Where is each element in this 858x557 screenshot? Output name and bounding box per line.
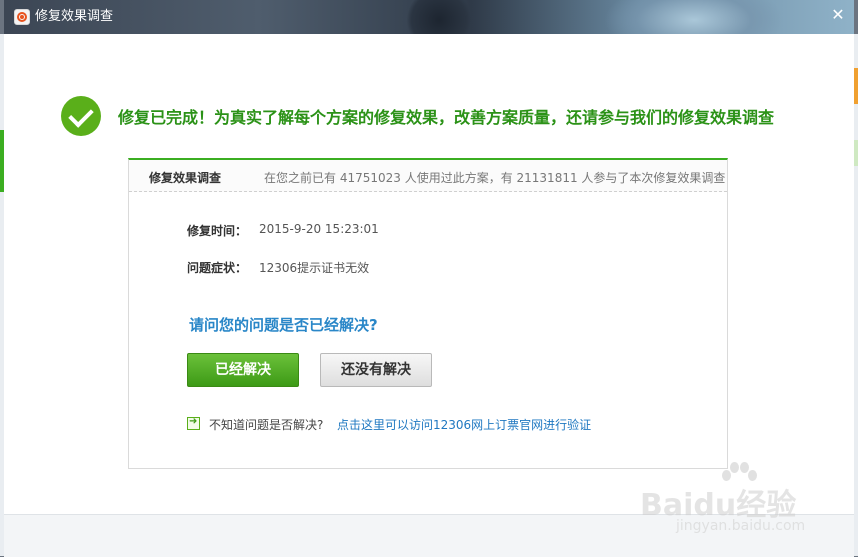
titlebar-decoration — [404, 0, 474, 34]
resolved-question: 请问您的问题是否已经解决? — [189, 316, 378, 334]
title-bar[interactable]: 修复效果调查 ✕ — [4, 0, 854, 34]
repair-time-label: 修复时间： — [187, 224, 248, 238]
background-green-strip — [854, 140, 858, 166]
card-title: 修复效果调查 — [149, 171, 222, 185]
card-header: 修复效果调查 在您之前已有 41751023 人使用过此方案，有 2113181… — [129, 160, 727, 192]
watermark-url: jingyan.baidu.com — [676, 518, 806, 534]
headline-message: 修复已完成！为真实了解每个方案的修复效果，改善方案质量，还请参与我们的修复效果调… — [118, 108, 775, 127]
repair-time-value: 2015-9-20 15:23:01 — [259, 222, 379, 236]
baidu-watermark: Baidu经验 jingyan.baidu.com — [640, 462, 820, 542]
window-title: 修复效果调查 — [35, 9, 114, 24]
background-app-right-edge — [854, 34, 858, 556]
arrow-right-icon — [187, 416, 200, 430]
verify-link[interactable]: 点击这里可以访问12306网上订票官网进行验证 — [337, 416, 591, 433]
usage-stats: 在您之前已有 41751023 人使用过此方案，有 21131811 人参与了本… — [264, 171, 726, 185]
success-check-icon — [61, 96, 101, 136]
symptom-label: 问题症状： — [187, 261, 248, 275]
titlebar-decoration-glow — [604, 0, 784, 34]
help-text: 不知道问题是否解决? — [209, 418, 324, 432]
resolved-no-button[interactable]: 还没有解决 — [320, 353, 432, 387]
symptom-value: 12306提示证书无效 — [259, 261, 370, 275]
dialog-body: 修复已完成！为真实了解每个方案的修复效果，改善方案质量，还请参与我们的修复效果调… — [4, 34, 854, 514]
survey-card: 修复效果调查 在您之前已有 41751023 人使用过此方案，有 2113181… — [128, 158, 728, 469]
app-logo-icon — [14, 9, 30, 25]
resolved-yes-button[interactable]: 已经解决 — [187, 353, 299, 387]
close-icon[interactable]: ✕ — [828, 5, 848, 25]
background-orange-tab — [854, 68, 858, 104]
